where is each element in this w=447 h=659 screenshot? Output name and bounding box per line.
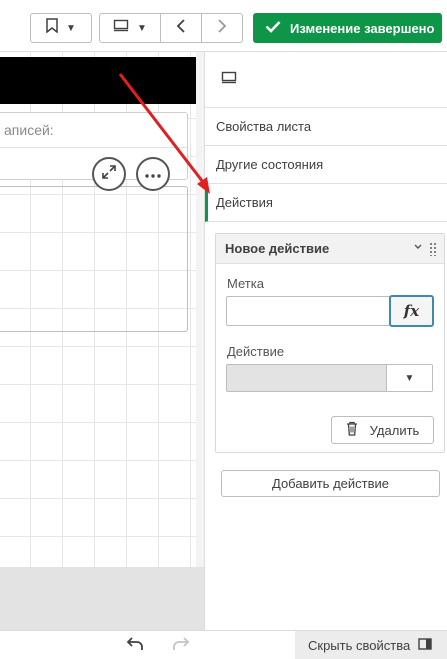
bookmarks-button[interactable]: ▼ <box>30 13 92 43</box>
section-label: Свойства листа <box>216 119 312 134</box>
section-label: Другие состояния <box>216 157 324 172</box>
action-select[interactable]: ▼ <box>226 364 433 392</box>
label-input[interactable] <box>226 296 390 326</box>
caret-down-icon: ▼ <box>137 22 147 34</box>
expand-icon <box>101 164 117 185</box>
top-toolbar: ▼ ▼ Изменение завершено <box>0 0 447 52</box>
action-field-title: Действие <box>227 344 285 359</box>
section-alternate-states[interactable]: Другие состояния <box>205 146 447 184</box>
divider <box>0 147 187 148</box>
chevron-left-icon <box>176 18 186 38</box>
panel-header <box>205 52 447 108</box>
more-options-button[interactable] <box>136 157 170 191</box>
canvas-footer <box>0 567 204 630</box>
hide-properties-label: Скрыть свойства <box>308 638 411 653</box>
redo-icon[interactable] <box>172 636 190 657</box>
delete-action-button[interactable]: Удалить <box>331 416 434 444</box>
previous-sheet-button[interactable] <box>160 13 202 43</box>
add-action-button[interactable]: Добавить действие <box>221 470 440 497</box>
table-label: аписей: <box>4 122 54 138</box>
more-icon <box>145 165 161 183</box>
panel-icon <box>418 638 432 653</box>
selected-object[interactable] <box>0 186 188 332</box>
label-field-title: Метка <box>227 276 264 291</box>
action-card: Новое действие Метка fx Действие ▼ Удали… <box>215 233 445 453</box>
bookmark-icon <box>46 18 58 38</box>
expression-button[interactable]: fx <box>389 295 434 327</box>
sheet-canvas: аписей: <box>0 52 204 630</box>
action-header[interactable]: Новое действие <box>216 234 444 264</box>
check-icon <box>265 20 281 36</box>
done-editing-button[interactable]: Изменение завершено <box>253 13 442 43</box>
properties-panel: Свойства листа Другие состояния Действия… <box>204 52 447 630</box>
bottom-bar: Скрыть свойства <box>0 630 447 659</box>
delete-label: Удалить <box>369 422 420 438</box>
sheets-button[interactable]: ▼ <box>99 13 161 43</box>
fx-icon: fx <box>403 302 420 320</box>
sheet-icon <box>221 71 237 89</box>
expand-button[interactable] <box>92 157 126 191</box>
hide-properties-button[interactable]: Скрыть свойства <box>295 631 447 659</box>
caret-down-icon: ▼ <box>66 22 76 34</box>
sheet-icon <box>113 19 129 37</box>
title-bar-object[interactable] <box>0 57 196 104</box>
canvas-grid: аписей: <box>0 52 196 567</box>
trash-icon <box>346 421 358 439</box>
add-action-label: Добавить действие <box>272 476 389 491</box>
chevron-down-icon[interactable] <box>414 241 422 253</box>
next-sheet-button[interactable] <box>201 13 243 43</box>
section-label: Действия <box>216 195 273 210</box>
chevron-right-icon <box>217 18 227 38</box>
action-title: Новое действие <box>225 241 330 256</box>
done-editing-label: Изменение завершено <box>290 20 435 36</box>
drag-handle-icon[interactable] <box>429 242 438 256</box>
section-actions[interactable]: Действия <box>205 184 447 222</box>
caret-down-icon[interactable]: ▼ <box>386 365 432 391</box>
undo-icon[interactable] <box>126 636 144 657</box>
section-sheet-properties[interactable]: Свойства листа <box>205 108 447 146</box>
